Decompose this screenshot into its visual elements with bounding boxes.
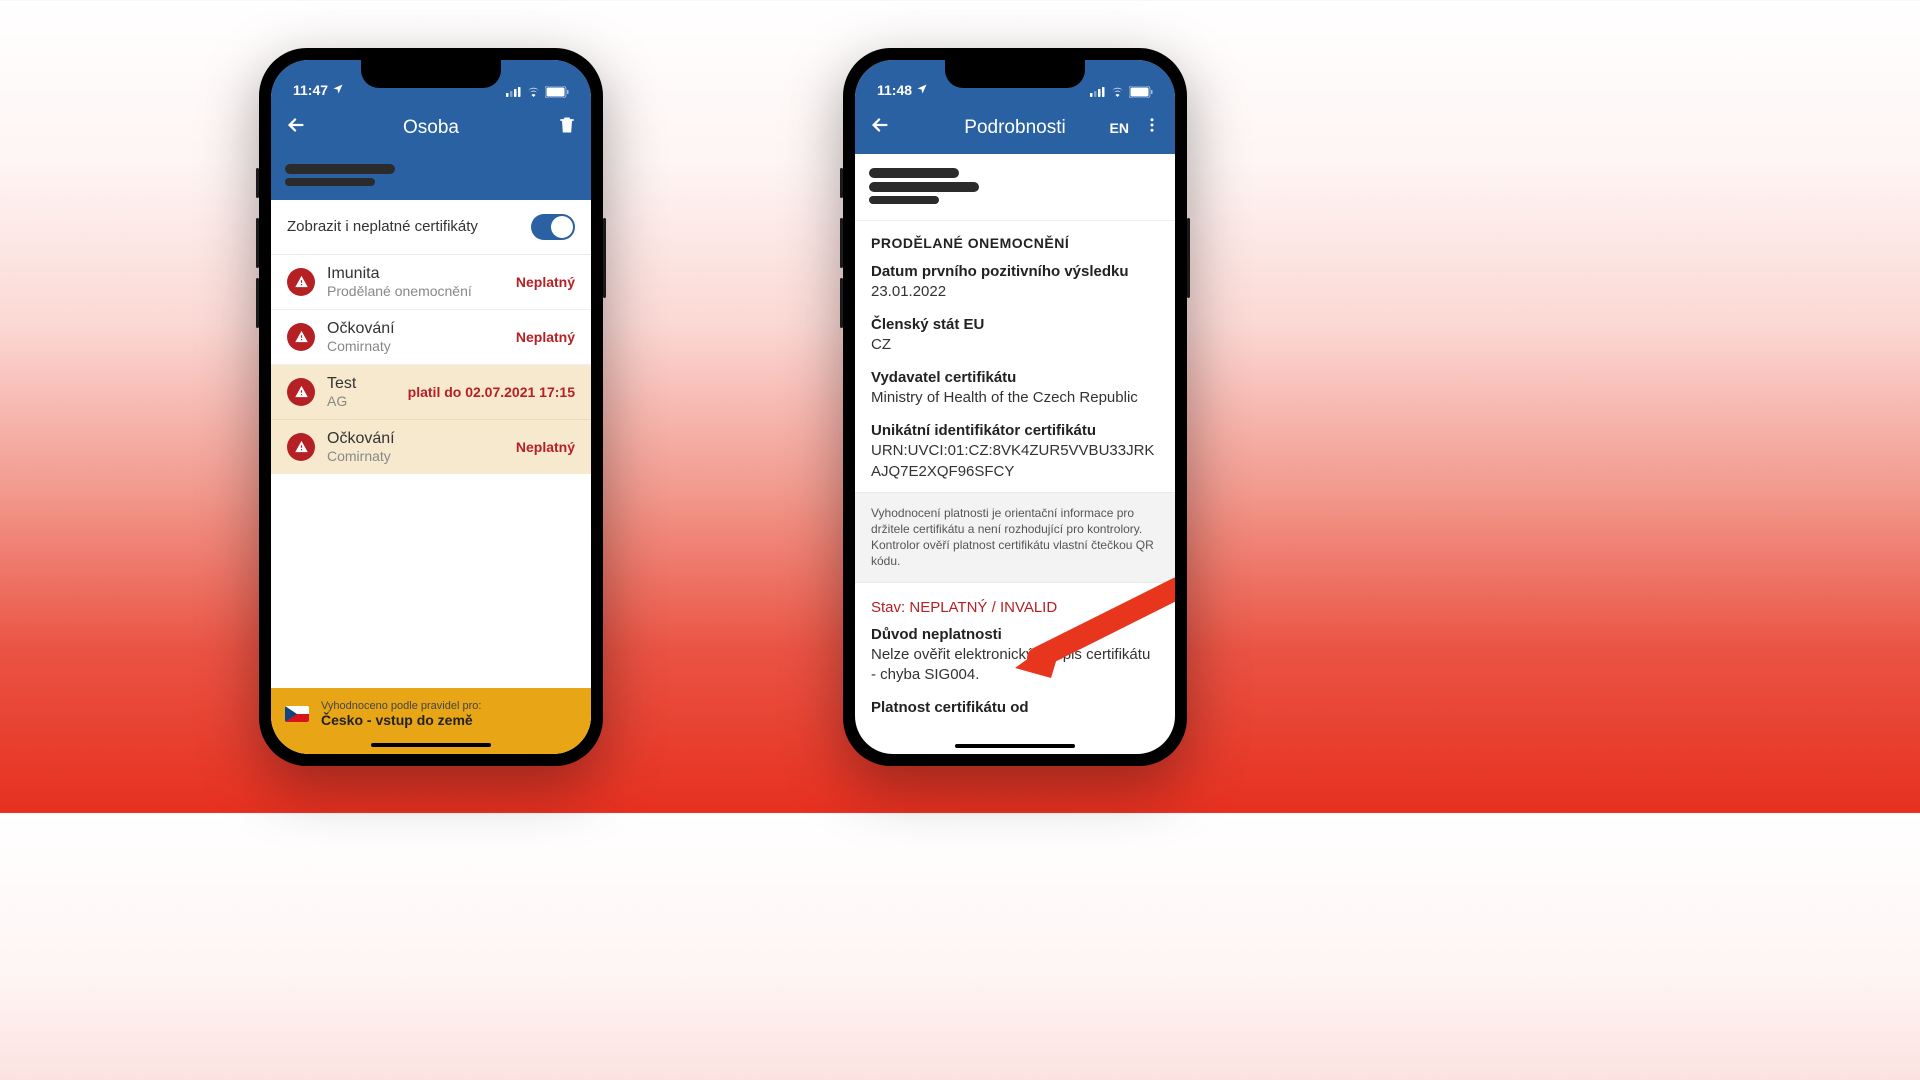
device-notch (945, 60, 1085, 88)
app-header: Osoba (271, 102, 591, 154)
field-value: Ministry of Health of the Czech Republic (871, 388, 1159, 408)
field-label: Vydavatel certifikátu (871, 369, 1159, 386)
wifi-icon (1110, 86, 1125, 97)
signal-icon (1090, 86, 1106, 97)
field-value: Nelze ověřit elektronický podpis certifi… (871, 645, 1159, 686)
delete-icon[interactable] (557, 115, 577, 140)
person-name-block (271, 154, 591, 200)
cert-title: Očkování (327, 320, 504, 338)
field-label: Důvod neplatnosti (871, 626, 1159, 643)
warning-icon (287, 433, 315, 461)
rules-country: Česko - vstup do země (321, 712, 481, 728)
cert-status: Neplatný (516, 274, 575, 290)
validity-status: Stav: NEPLATNÝ / INVALID (855, 583, 1175, 626)
rules-banner[interactable]: Vyhodnoceno podle pravidel pro: Česko - … (271, 688, 591, 754)
redacted-text (285, 178, 375, 186)
cert-status: platil do 02.07.2021 17:15 (408, 384, 575, 400)
page-title: Osoba (403, 117, 459, 139)
redacted-text (869, 168, 959, 178)
wifi-icon (526, 86, 541, 97)
location-arrow-icon (332, 82, 344, 98)
cert-subtitle: Comirnaty (327, 338, 504, 354)
show-invalid-toggle-row: Zobrazit i neplatné certifikáty (271, 200, 591, 255)
cert-title: Test (327, 375, 396, 393)
signal-icon (506, 86, 522, 97)
warning-icon (287, 268, 315, 296)
field-label: Unikátní identifikátor certifikátu (871, 422, 1159, 439)
battery-icon (1129, 86, 1153, 98)
field-label: Datum prvního pozitivního výsledku (871, 263, 1159, 280)
battery-icon (545, 86, 569, 98)
home-indicator[interactable] (371, 743, 491, 747)
details-content[interactable]: PRODĚLANÉ ONEMOCNĚNÍ Datum prvního pozit… (855, 221, 1175, 754)
cert-subtitle: Prodělané onemocnění (327, 283, 504, 299)
info-note: Vyhodnocení platnosti je orientační info… (855, 492, 1175, 583)
field-value: 23.01.2022 (871, 282, 1159, 302)
redacted-text (869, 196, 939, 204)
more-icon[interactable] (1143, 116, 1161, 139)
home-indicator[interactable] (955, 744, 1075, 748)
phone-mockup-left: 11:47 (259, 48, 603, 766)
certificate-item[interactable]: Očkování Comirnaty Neplatný (271, 420, 591, 474)
redacted-text (869, 182, 979, 192)
certificate-item[interactable]: Test AG platil do 02.07.2021 17:15 (271, 365, 591, 420)
language-button[interactable]: EN (1110, 120, 1129, 136)
warning-icon (287, 323, 315, 351)
person-name-block (855, 154, 1175, 221)
page-title: Podrobnosti (964, 117, 1065, 139)
status-time: 11:48 (877, 82, 912, 98)
back-icon[interactable] (869, 114, 891, 141)
phone-mockup-right: 11:48 (843, 48, 1187, 766)
redacted-text (285, 164, 395, 174)
rules-label: Vyhodnoceno podle pravidel pro: (321, 700, 481, 712)
location-arrow-icon (916, 82, 928, 98)
show-invalid-toggle[interactable] (531, 214, 575, 240)
cert-status: Neplatný (516, 329, 575, 345)
toggle-label: Zobrazit i neplatné certifikáty (287, 218, 478, 235)
cert-status: Neplatný (516, 439, 575, 455)
cert-title: Očkování (327, 430, 504, 448)
certificate-item[interactable]: Imunita Prodělané onemocnění Neplatný (271, 255, 591, 310)
certificate-item[interactable]: Očkování Comirnaty Neplatný (271, 310, 591, 365)
czech-flag-icon (285, 706, 309, 722)
warning-icon (287, 378, 315, 406)
status-time: 11:47 (293, 82, 328, 98)
cert-subtitle: Comirnaty (327, 448, 504, 464)
back-icon[interactable] (285, 114, 307, 141)
field-label: Členský stát EU (871, 316, 1159, 333)
field-value: CZ (871, 335, 1159, 355)
field-value: URN:UVCI:01:CZ:8VK4ZUR5VVBU33JRKAJQ7E2XQ… (871, 441, 1159, 482)
device-notch (361, 60, 501, 88)
cert-title: Imunita (327, 265, 504, 283)
section-title: PRODĚLANÉ ONEMOCNĚNÍ (855, 221, 1175, 259)
cert-subtitle: AG (327, 393, 396, 409)
certificate-list: Imunita Prodělané onemocnění Neplatný Oč… (271, 255, 591, 474)
field-label: Platnost certifikátu od (871, 699, 1159, 716)
app-header: Podrobnosti EN (855, 102, 1175, 154)
